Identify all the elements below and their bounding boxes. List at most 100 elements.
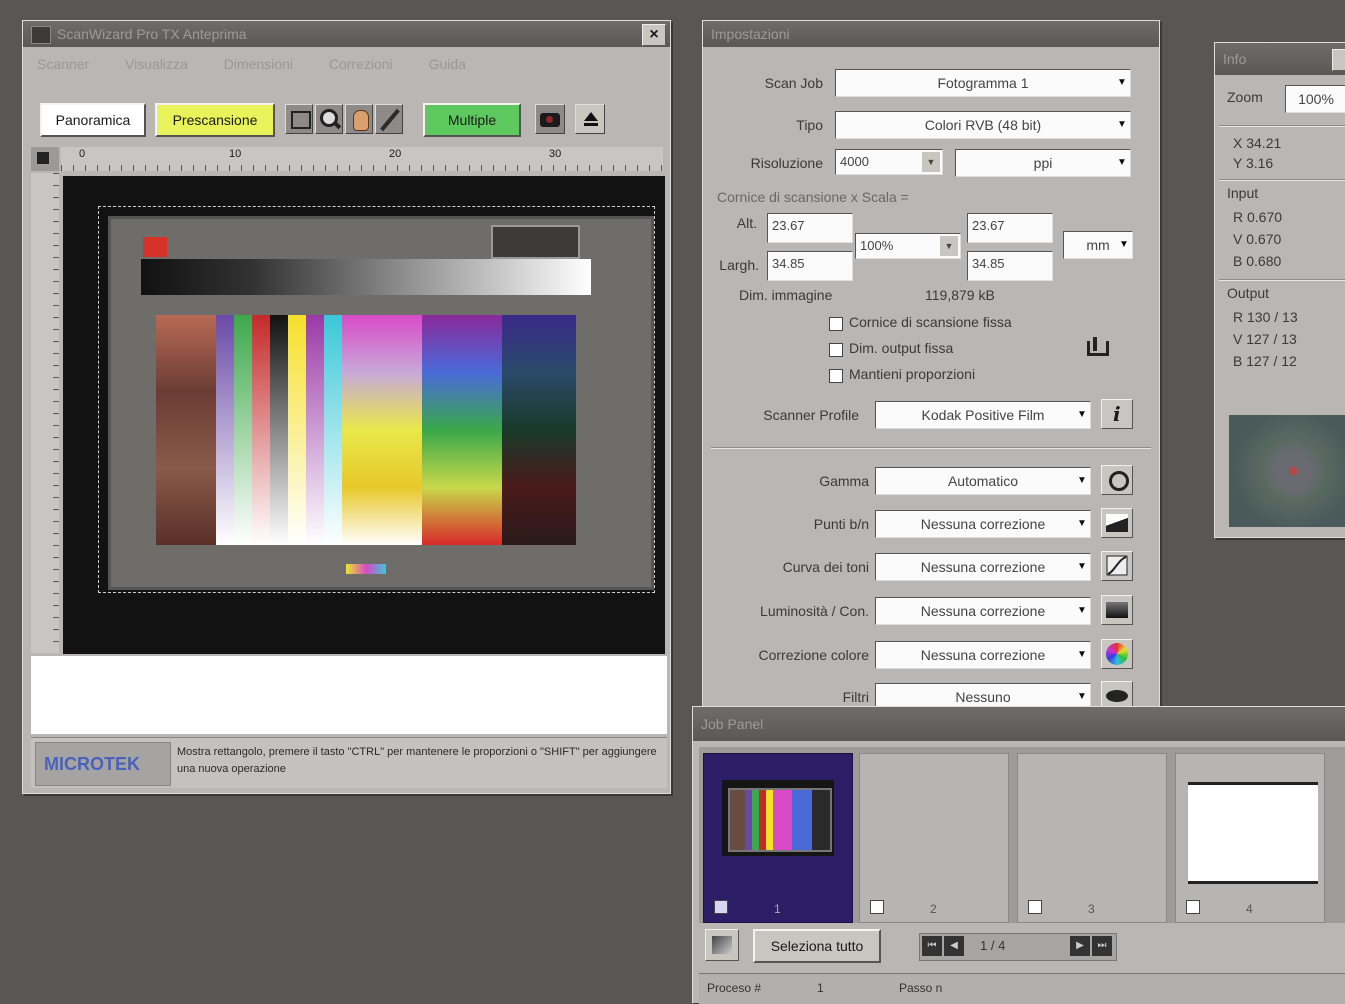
settings-titlebar[interactable]: Impostazioni: [703, 21, 1159, 47]
keep-proportions-checkbox[interactable]: [829, 369, 843, 383]
status-message: Mostra rettangolo, premere il tasto "CTR…: [177, 746, 657, 775]
resolution-field[interactable]: 4000 ▼: [835, 149, 943, 175]
hand-icon[interactable]: [345, 104, 373, 134]
microtek-logo-text: MICROTEK: [44, 754, 140, 774]
ruler-vertical: [31, 173, 59, 653]
chevron-down-icon: ▼: [1117, 119, 1127, 130]
preview-window-title: ScanWizard Pro TX Anteprima: [57, 26, 247, 42]
height-output-value: 23.67: [972, 218, 1005, 233]
fixed-frame-checkbox[interactable]: [829, 317, 843, 331]
preview-window: ScanWizard Pro TX Anteprima × Scanner Vi…: [22, 20, 671, 794]
zoom-select[interactable]: 100%: [1285, 85, 1345, 113]
image-size-label: Dim. immagine: [739, 287, 833, 303]
frame-2-checkbox[interactable]: [870, 900, 884, 914]
last-page-icon[interactable]: ⏭: [1092, 936, 1112, 956]
frame-select-icon[interactable]: [285, 104, 313, 134]
frame-4-number: 4: [1246, 902, 1253, 916]
job-frame-1[interactable]: 1: [703, 753, 853, 923]
ruler-tick-30: 30: [549, 148, 562, 160]
prescan-button[interactable]: Prescansione: [155, 103, 275, 137]
job-panel-titlebar[interactable]: Job Panel: [693, 707, 1345, 741]
settings-window: Impostazioni Scan Job Fotogramma 1 ▼ Tipo…: [702, 20, 1160, 712]
unit-select[interactable]: mm ▼: [1063, 231, 1133, 259]
width-input[interactable]: 34.85: [767, 251, 853, 281]
white-point-select[interactable]: Nessuna correzione ▼: [875, 510, 1091, 538]
tone-curve-select[interactable]: Nessuna correzione ▼: [875, 553, 1091, 581]
type-select[interactable]: Colori RVB (48 bit) ▼: [835, 111, 1131, 139]
job-frame-4[interactable]: 4: [1175, 753, 1325, 923]
tone-curve-label: Curva dei toni: [782, 559, 869, 575]
close-icon[interactable]: ×: [642, 24, 666, 46]
next-page-icon[interactable]: ▶: [1070, 936, 1090, 956]
preview-window-titlebar[interactable]: ScanWizard Pro TX Anteprima: [23, 21, 670, 47]
width-output[interactable]: 34.85: [967, 251, 1053, 281]
resolution-unit-select[interactable]: ppi ▼: [955, 149, 1131, 177]
menu-dimensions[interactable]: Dimensioni: [224, 56, 293, 72]
brightness-select[interactable]: Nessuna correzione ▼: [875, 597, 1091, 625]
overview-button[interactable]: Panoramica: [40, 103, 146, 137]
preview-menubar: Scanner Visualizza Dimensioni Correzioni…: [23, 49, 670, 79]
frame-3-checkbox[interactable]: [1028, 900, 1042, 914]
resolution-value: 4000: [840, 154, 869, 169]
job-panel-window: Job Panel 1 2 3 4 Seleziona tutto ⏮ ◀ 1 …: [692, 706, 1345, 1004]
scale-input[interactable]: 100% ▼: [855, 233, 961, 259]
color-wheel-icon[interactable]: [1101, 639, 1133, 669]
scan-job-icon[interactable]: [705, 929, 739, 961]
tone-curve-icon[interactable]: [1101, 551, 1133, 581]
input-b: B 0.680: [1233, 253, 1282, 269]
camera-icon[interactable]: [535, 104, 565, 134]
frame-4-checkbox[interactable]: [1186, 900, 1200, 914]
brightness-value: Nessuna correzione: [920, 603, 1046, 619]
fixed-output-checkbox[interactable]: [829, 343, 843, 357]
menu-view[interactable]: Visualizza: [125, 56, 188, 72]
lock-proportions-icon[interactable]: [1083, 335, 1111, 361]
page-indicator: 1 / 4: [980, 938, 1006, 953]
multiple-button[interactable]: Multiple: [423, 103, 521, 137]
magnifier-icon[interactable]: [315, 104, 343, 134]
highlight-shadow-icon[interactable]: [1101, 508, 1133, 538]
preview-canvas[interactable]: [63, 176, 665, 654]
input-r: R 0.670: [1233, 209, 1283, 225]
ruler-tick-0: 0: [79, 148, 86, 160]
close-icon[interactable]: [1332, 49, 1345, 71]
scale-value: 100%: [860, 238, 894, 253]
chevron-down-icon: ▼: [1077, 561, 1087, 572]
chevron-down-icon: ▼: [1119, 239, 1129, 250]
menu-help[interactable]: Guida: [429, 56, 466, 72]
scan-job-select[interactable]: Fotogramma 1 ▼: [835, 69, 1131, 97]
info-titlebar[interactable]: Info: [1215, 43, 1345, 75]
job-frame-2[interactable]: 2: [859, 753, 1009, 923]
prev-page-icon[interactable]: ◀: [944, 936, 964, 956]
image-size-value: 119,879 kB: [925, 287, 995, 303]
gamma-icon[interactable]: [1101, 465, 1133, 495]
color-dots: [346, 564, 386, 574]
first-page-icon[interactable]: ⏮: [922, 936, 942, 956]
ruler-horizontal: 0 10 20 30: [61, 147, 663, 171]
color-correction-select[interactable]: Nessuna correzione ▼: [875, 641, 1091, 669]
info-window: Info Zoom 100% X 34.21 Y 3.16 Input R 0.…: [1214, 42, 1345, 538]
frame-1-checkbox[interactable]: [714, 900, 728, 914]
app-icon: [31, 26, 51, 44]
chevron-down-icon[interactable]: ▼: [940, 236, 958, 256]
scanner-profile-select[interactable]: Kodak Positive Film ▼: [875, 401, 1091, 429]
info-icon[interactable]: i: [1101, 399, 1133, 429]
height-output[interactable]: 23.67: [967, 213, 1053, 243]
brightness-contrast-icon[interactable]: [1101, 595, 1133, 625]
scan-job-label: Scan Job: [764, 75, 823, 91]
eject-icon[interactable]: [575, 104, 605, 134]
height-input[interactable]: 23.67: [767, 213, 853, 243]
job-panel-title: Job Panel: [701, 716, 764, 732]
white-point-value: Nessuna correzione: [920, 516, 1046, 532]
menu-corrections[interactable]: Correzioni: [329, 56, 393, 72]
menu-scanner[interactable]: Scanner: [37, 56, 89, 72]
chevron-down-icon[interactable]: ▼: [922, 152, 940, 172]
info-separator-1: [1219, 125, 1345, 127]
job-frame-3[interactable]: 3: [1017, 753, 1167, 923]
gamma-select[interactable]: Automatico ▼: [875, 467, 1091, 495]
output-b: B 127 / 12: [1233, 353, 1297, 369]
pager: ⏮ ◀ 1 / 4 ▶ ⏭: [919, 933, 1117, 961]
loupe-preview: [1229, 415, 1345, 527]
status-bar: MICROTEK Mostra rettangolo, premere il t…: [31, 737, 667, 788]
select-all-button[interactable]: Seleziona tutto: [753, 929, 881, 963]
eyedropper-icon[interactable]: [375, 104, 403, 134]
